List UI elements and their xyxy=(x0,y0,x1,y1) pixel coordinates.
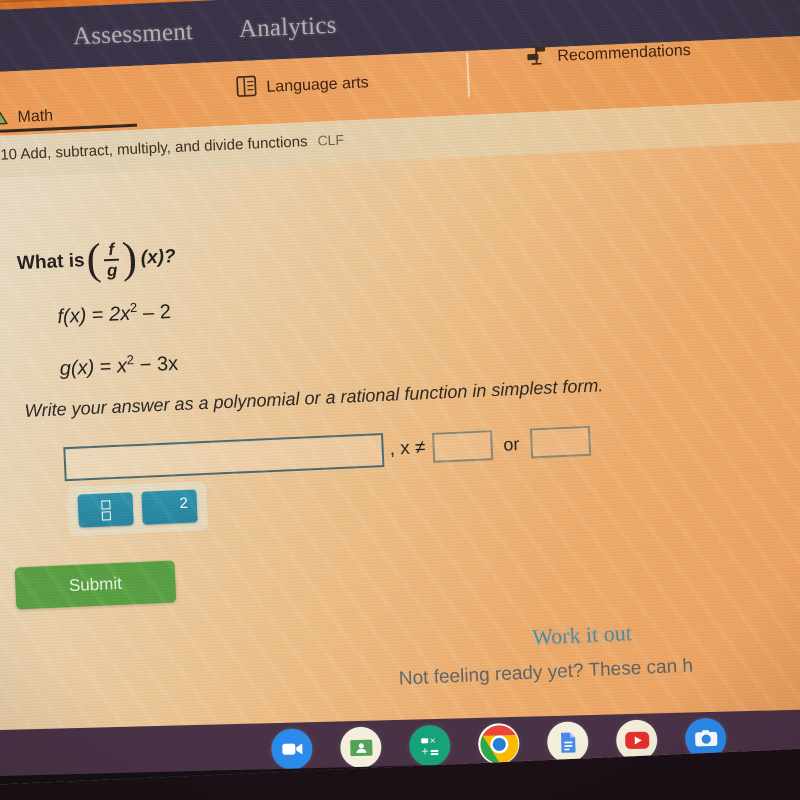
screen-photograph: Search by Assessment Analytics Math xyxy=(0,0,800,800)
restriction-label: , x ≠ xyxy=(389,437,426,460)
fraction-numerator: f xyxy=(107,239,115,260)
exponent-key-label: 2 xyxy=(179,494,189,513)
google-docs-icon[interactable] xyxy=(546,721,589,764)
youtube-icon[interactable] xyxy=(615,719,658,762)
restriction-or-label: or xyxy=(502,433,520,455)
restriction-input-2[interactable] xyxy=(529,425,591,459)
question-prompt-suffix: (x)? xyxy=(140,246,177,269)
skill-title-row: A.10 Add, subtract, multiply, and divide… xyxy=(0,132,344,165)
nav-link-assessment[interactable]: Assessment xyxy=(72,18,193,51)
work-it-out-link[interactable]: Work it out xyxy=(532,620,633,650)
function-f-body-a: 2x xyxy=(108,302,131,326)
fraction-template-icon xyxy=(100,499,111,521)
skill-title: A.10 Add, subtract, multiply, and divide… xyxy=(0,133,308,165)
function-f-equals: = xyxy=(91,304,105,327)
open-paren: ( xyxy=(85,234,103,285)
book-icon xyxy=(235,74,258,103)
zoom-icon[interactable] xyxy=(270,728,313,771)
function-g-definition: g(x) = x2 − 3x xyxy=(59,350,178,381)
math-keypad: 2 xyxy=(67,480,209,537)
google-classroom-icon[interactable] xyxy=(339,726,382,769)
restriction-input-1[interactable] xyxy=(431,430,494,463)
nav-item-language-arts-label: Language arts xyxy=(266,74,370,96)
function-f-exponent: 2 xyxy=(129,299,138,316)
skill-code: CLF xyxy=(317,131,345,149)
function-f-body-b: – 2 xyxy=(142,301,172,325)
nav-item-recommendations[interactable]: Recommendations xyxy=(524,36,692,72)
pyramid-icon xyxy=(0,105,9,132)
function-g-equals: = xyxy=(99,355,112,379)
function-g-exponent: 2 xyxy=(126,352,135,368)
fraction-f-over-g: f g xyxy=(103,239,120,281)
question-prompt: What is ( f g ) (x)? xyxy=(16,233,177,285)
chrome-icon[interactable] xyxy=(477,722,520,765)
fraction-denominator: g xyxy=(106,261,118,281)
browser-display: Search by Assessment Analytics Math xyxy=(0,0,800,786)
nav-item-math-label: Math xyxy=(17,107,54,126)
signpost-icon xyxy=(524,42,549,72)
close-paren: ) xyxy=(121,233,138,283)
function-g-name: g(x) xyxy=(59,356,95,381)
function-f-name: f(x) xyxy=(56,304,87,329)
nav-item-recommendations-label: Recommendations xyxy=(556,41,692,65)
camera-icon[interactable] xyxy=(684,717,727,760)
fraction-key[interactable] xyxy=(77,492,134,528)
question-prompt-prefix: What is xyxy=(16,250,86,275)
nav-link-analytics[interactable]: Analytics xyxy=(238,12,337,44)
nav-item-language-arts[interactable]: Language arts xyxy=(235,69,369,103)
svg-text:×: × xyxy=(429,735,436,744)
exponent-key[interactable]: 2 xyxy=(141,489,198,525)
submit-button[interactable]: Submit xyxy=(14,560,177,610)
calculator-icon[interactable]: × + xyxy=(408,724,451,767)
nav-divider xyxy=(466,52,471,97)
function-g-body-b: − 3x xyxy=(139,352,179,377)
function-f-definition: f(x) = 2x2 – 2 xyxy=(57,298,171,329)
shelf-icon-row: × + xyxy=(270,717,727,771)
svg-text:+: + xyxy=(420,746,429,757)
